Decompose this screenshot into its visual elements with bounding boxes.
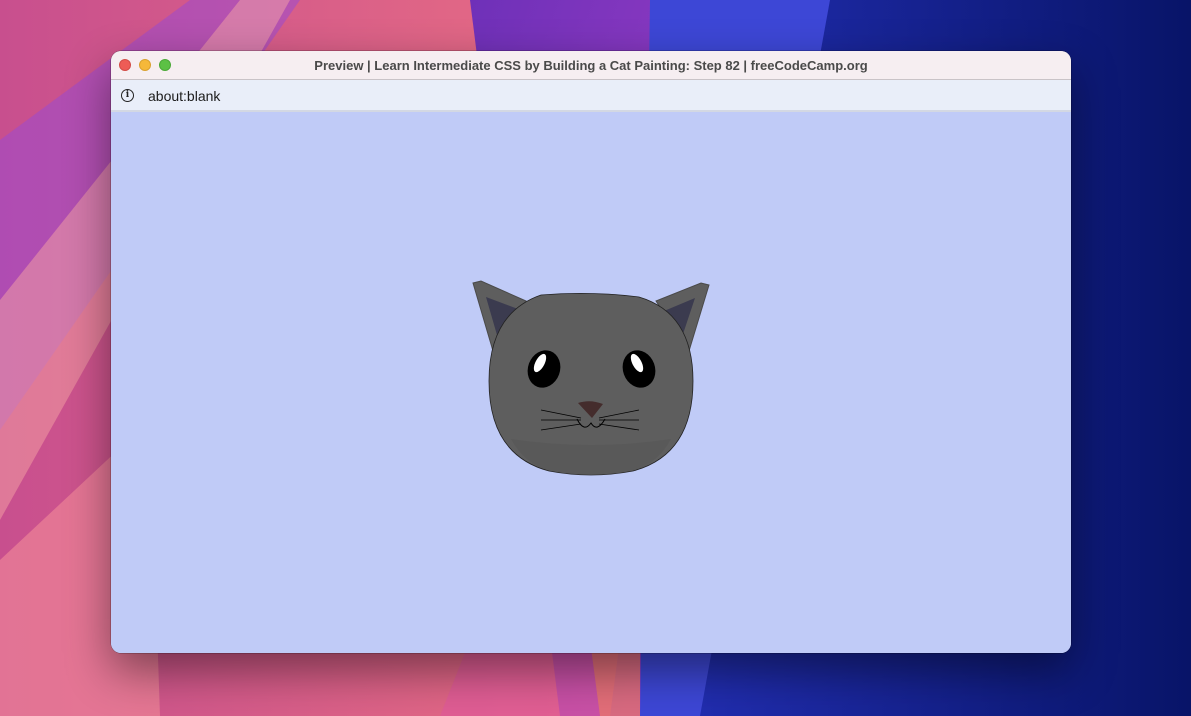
address-bar[interactable]: i about:blank xyxy=(111,80,1071,112)
url-field[interactable]: about:blank xyxy=(148,88,220,104)
page-viewport xyxy=(111,113,1071,653)
window-title: Preview | Learn Intermediate CSS by Buil… xyxy=(314,58,868,73)
cat-head-painting xyxy=(472,280,710,476)
browser-window: Preview | Learn Intermediate CSS by Buil… xyxy=(111,51,1071,653)
info-icon[interactable]: i xyxy=(121,89,134,102)
title-bar[interactable]: Preview | Learn Intermediate CSS by Buil… xyxy=(111,51,1071,80)
